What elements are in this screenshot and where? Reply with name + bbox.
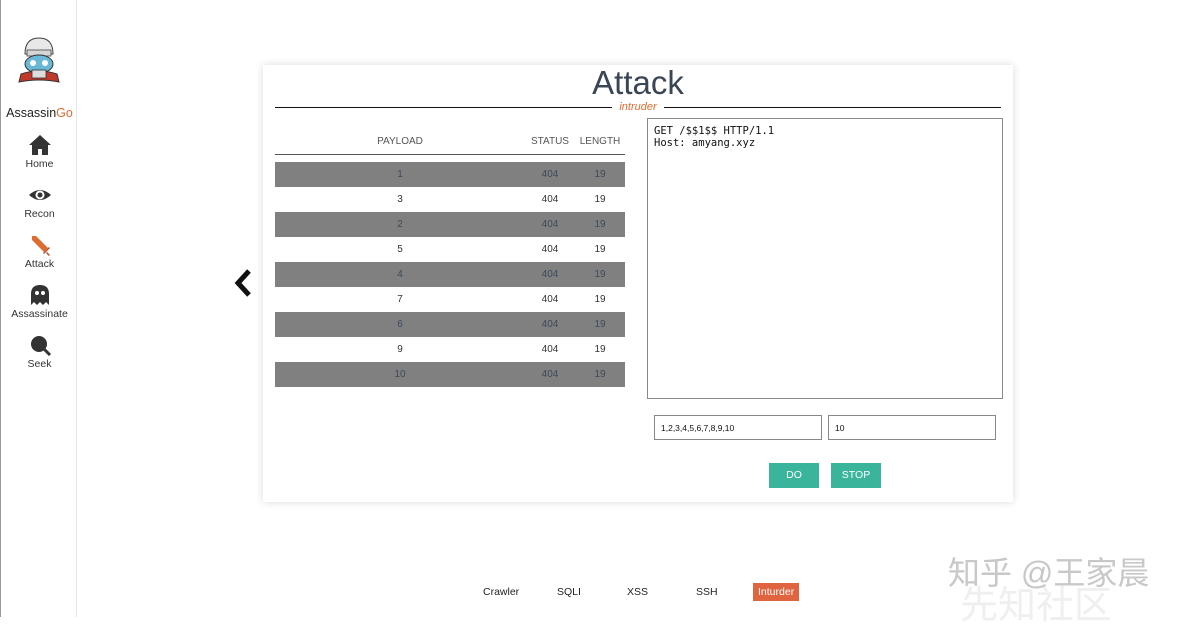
column-header-status[interactable]: STATUS bbox=[525, 136, 575, 147]
back-chevron-icon[interactable] bbox=[232, 268, 256, 298]
cell-payload: 6 bbox=[397, 319, 403, 330]
cell-status: 404 bbox=[541, 194, 559, 205]
page-subtitle: intruder bbox=[619, 101, 657, 113]
results-table-body: 1 404 19 3 404 19 2 404 19 5 404 19 4 404 19 7 404 1… bbox=[275, 162, 625, 387]
page-title: Attack bbox=[592, 64, 684, 101]
cell-length: 19 bbox=[594, 269, 606, 280]
sidebar-item-label: Attack bbox=[24, 258, 55, 270]
title-divider-left bbox=[275, 107, 612, 108]
tab-inturder[interactable]: Inturder bbox=[753, 583, 800, 601]
ghost-icon bbox=[30, 285, 49, 305]
sidebar-item-label: Assassinate bbox=[11, 308, 68, 320]
sidebar: AssassinGo Home Recon Attack Assassinate… bbox=[0, 0, 77, 617]
table-row[interactable]: 6 404 19 bbox=[275, 312, 625, 337]
cell-status: 404 bbox=[541, 294, 559, 305]
cell-length: 19 bbox=[594, 169, 606, 180]
cell-payload: 10 bbox=[394, 369, 406, 380]
cell-payload: 1 bbox=[397, 169, 403, 180]
tab-ssh[interactable]: SSH bbox=[696, 583, 718, 601]
cell-status: 404 bbox=[541, 219, 559, 230]
cell-length: 19 bbox=[594, 319, 606, 330]
sword-icon bbox=[31, 236, 50, 256]
cell-length: 19 bbox=[594, 344, 606, 355]
watermark: 知乎 @王家晨 bbox=[948, 555, 1150, 591]
cell-payload: 2 bbox=[397, 219, 403, 230]
brand-name: AssassinGo bbox=[6, 106, 73, 120]
eye-icon bbox=[28, 190, 51, 200]
tab-crawler[interactable]: Crawler bbox=[483, 583, 519, 601]
cell-length: 19 bbox=[594, 219, 606, 230]
request-template-textarea[interactable]: GET /$$1$$ HTTP/1.1 Host: amyang.xyz bbox=[647, 118, 1003, 399]
sidebar-item-label: Home bbox=[25, 158, 54, 170]
table-row[interactable]: 4 404 19 bbox=[275, 262, 625, 287]
cell-payload: 5 bbox=[397, 244, 403, 255]
cell-status: 404 bbox=[541, 344, 559, 355]
cell-payload: 4 bbox=[397, 269, 403, 280]
tab-xss[interactable]: XSS bbox=[627, 583, 648, 601]
payloads-input[interactable] bbox=[654, 415, 822, 440]
table-row[interactable]: 5 404 19 bbox=[275, 237, 625, 262]
cell-payload: 9 bbox=[397, 344, 403, 355]
sidebar-item-label: Recon bbox=[24, 208, 55, 220]
cell-length: 19 bbox=[594, 194, 606, 205]
table-row[interactable]: 7 404 19 bbox=[275, 287, 625, 312]
do-button[interactable]: DO bbox=[769, 463, 819, 488]
sidebar-item-recon[interactable]: Recon bbox=[1, 184, 78, 220]
sidebar-item-seek[interactable]: Seek bbox=[1, 334, 78, 370]
cell-status: 404 bbox=[541, 369, 559, 380]
assassin-logo-icon[interactable] bbox=[15, 34, 63, 86]
table-row[interactable]: 9 404 19 bbox=[275, 337, 625, 362]
column-header-payload[interactable]: PAYLOAD bbox=[275, 136, 525, 147]
table-row[interactable]: 2 404 19 bbox=[275, 212, 625, 237]
table-row[interactable]: 10 404 19 bbox=[275, 362, 625, 387]
cell-status: 404 bbox=[541, 319, 559, 330]
sidebar-item-attack[interactable]: Attack bbox=[1, 234, 78, 270]
search-icon bbox=[30, 336, 51, 356]
title-divider-right bbox=[664, 107, 1001, 108]
cell-payload: 7 bbox=[397, 294, 403, 305]
cell-payload: 3 bbox=[397, 194, 403, 205]
sidebar-item-home[interactable]: Home bbox=[1, 134, 78, 170]
cell-status: 404 bbox=[541, 269, 559, 280]
column-header-length[interactable]: LENGTH bbox=[575, 136, 625, 147]
threads-input[interactable] bbox=[828, 415, 996, 440]
cell-length: 19 bbox=[594, 244, 606, 255]
cell-length: 19 bbox=[594, 294, 606, 305]
cell-status: 404 bbox=[541, 169, 559, 180]
cell-length: 19 bbox=[594, 369, 606, 380]
tab-sqli[interactable]: SQLI bbox=[557, 583, 581, 601]
attack-card: Attack intruder PAYLOAD STATUS LENGTH 1 4… bbox=[263, 65, 1013, 502]
home-icon bbox=[28, 135, 51, 155]
table-row[interactable]: 1 404 19 bbox=[275, 162, 625, 187]
results-table-header: PAYLOAD STATUS LENGTH bbox=[275, 129, 625, 155]
sidebar-item-assassinate[interactable]: Assassinate bbox=[1, 284, 78, 320]
cell-status: 404 bbox=[541, 244, 559, 255]
stop-button[interactable]: STOP bbox=[831, 463, 881, 488]
table-row[interactable]: 3 404 19 bbox=[275, 187, 625, 212]
sidebar-item-label: Seek bbox=[27, 358, 52, 370]
